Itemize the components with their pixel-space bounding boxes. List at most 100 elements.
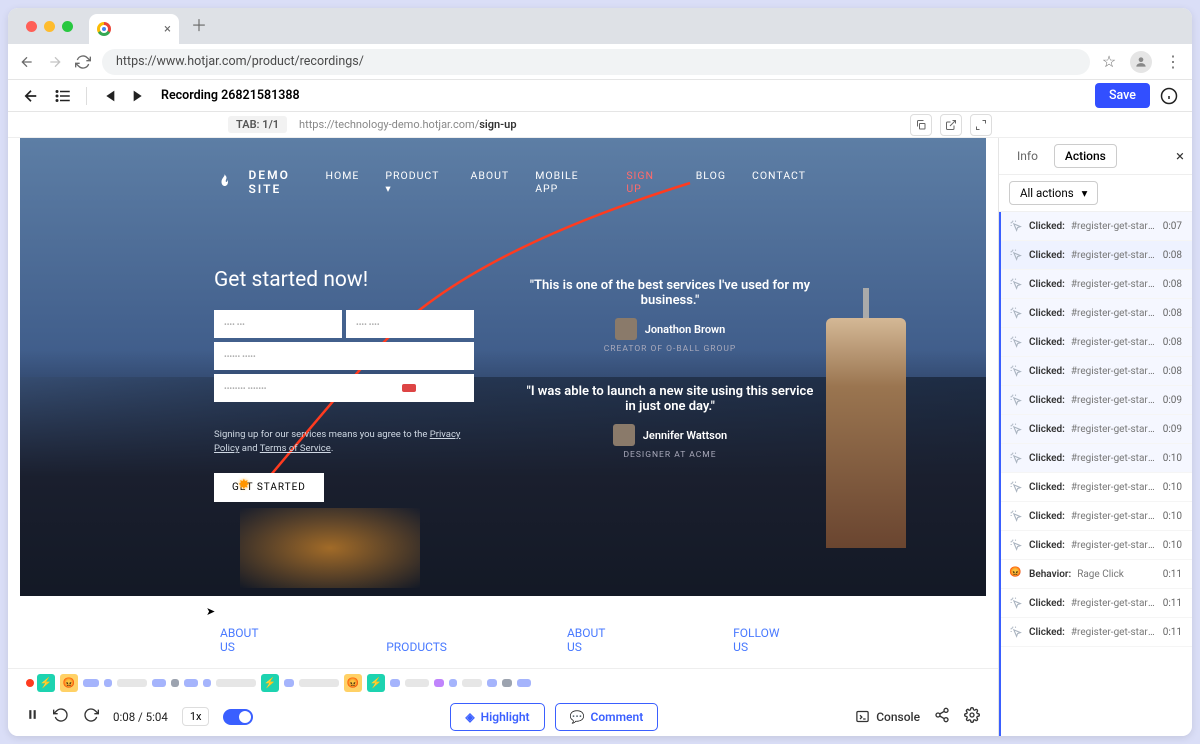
- chrome-icon: [97, 22, 111, 36]
- menu-icon[interactable]: ⋮: [1164, 53, 1182, 71]
- action-type: Clicked:: [1029, 308, 1065, 319]
- action-row[interactable]: Clicked:#register-get-started0:07: [999, 212, 1192, 241]
- close-panel-icon[interactable]: ×: [1176, 147, 1184, 165]
- settings-icon[interactable]: [964, 707, 980, 726]
- action-row[interactable]: Clicked:#register-get-started0:10: [999, 531, 1192, 560]
- info-icon[interactable]: [1160, 87, 1178, 105]
- action-row[interactable]: Clicked:#register-get-started0:11: [999, 589, 1192, 618]
- skip-back-icon[interactable]: [53, 707, 69, 727]
- action-row[interactable]: Clicked:#register-get-started0:10: [999, 444, 1192, 473]
- action-time: 0:08: [1163, 337, 1182, 348]
- avatar: [615, 318, 637, 340]
- highlight-button[interactable]: ◈Highlight: [450, 703, 544, 731]
- skip-forward-icon[interactable]: [83, 707, 99, 727]
- skip-inactivity-toggle[interactable]: [223, 709, 253, 725]
- back-arrow-icon[interactable]: [22, 87, 40, 105]
- action-row[interactable]: Clicked:#register-get-started0:08: [999, 270, 1192, 299]
- list-icon[interactable]: [54, 87, 72, 105]
- click-icon: [1009, 219, 1023, 233]
- open-external-icon[interactable]: [940, 114, 962, 136]
- profile-icon[interactable]: [1130, 51, 1152, 73]
- click-icon: [1009, 509, 1023, 523]
- back-icon[interactable]: [18, 53, 36, 71]
- action-time: 0:08: [1163, 308, 1182, 319]
- new-tab-button[interactable]: ＋: [179, 8, 219, 44]
- prev-recording-icon[interactable]: [101, 88, 117, 104]
- action-type: Clicked:: [1029, 511, 1065, 522]
- next-recording-icon[interactable]: [131, 88, 147, 104]
- password-input[interactable]: [214, 374, 474, 402]
- playback-timeline[interactable]: ⚡ 😡 ⚡ 😡 ⚡: [8, 669, 998, 697]
- footer-about-2[interactable]: ABOUT US: [567, 626, 613, 654]
- action-row[interactable]: Clicked:#register-get-started0:08: [999, 357, 1192, 386]
- action-row[interactable]: Clicked:#register-get-started0:10: [999, 473, 1192, 502]
- pause-button[interactable]: [26, 708, 39, 725]
- action-row[interactable]: Clicked:#register-get-started0:08: [999, 328, 1192, 357]
- testimonial-quote-2: "I was able to launch a new site using t…: [520, 384, 820, 414]
- browser-tab[interactable]: ×: [89, 14, 179, 44]
- action-row[interactable]: Clicked:#register-get-started0:10: [999, 502, 1192, 531]
- nav-product[interactable]: PRODUCT ▾: [385, 169, 444, 195]
- click-burst-icon: [238, 477, 251, 493]
- action-row[interactable]: 😡Behavior:Rage Click0:11: [999, 560, 1192, 589]
- action-row[interactable]: Clicked:#register-get-started0:09: [999, 386, 1192, 415]
- address-bar[interactable]: https://www.hotjar.com/product/recording…: [102, 49, 1090, 75]
- nav-blog[interactable]: BLOG: [696, 169, 726, 195]
- get-started-button[interactable]: GET STARTED: [214, 473, 324, 502]
- nav-home[interactable]: HOME: [326, 169, 360, 195]
- reload-icon[interactable]: [74, 53, 92, 71]
- save-button[interactable]: Save: [1095, 83, 1150, 108]
- playback-time: 0:08 / 5:04: [113, 710, 168, 724]
- rage-icon: 😡: [1009, 567, 1023, 581]
- footer-about-1[interactable]: ABOUT US: [220, 626, 266, 654]
- close-window[interactable]: [26, 21, 37, 32]
- form-heading: Get started now!: [214, 268, 474, 292]
- action-row[interactable]: Clicked:#register-get-started0:08: [999, 241, 1192, 270]
- click-icon: [1009, 306, 1023, 320]
- nav-mobile[interactable]: MOBILE APP: [535, 169, 600, 195]
- actions-filter[interactable]: All actions ▾: [1009, 181, 1098, 205]
- share-icon[interactable]: [934, 707, 950, 726]
- actions-list[interactable]: Clicked:#register-get-started0:07Clicked…: [999, 212, 1192, 736]
- email-input[interactable]: [214, 342, 474, 370]
- comment-button[interactable]: 💬Comment: [555, 703, 659, 731]
- forward-icon[interactable]: [46, 53, 64, 71]
- bookmark-icon[interactable]: ☆: [1100, 53, 1118, 71]
- action-target: #register-get-started: [1071, 511, 1157, 522]
- action-row[interactable]: Clicked:#register-get-started0:09: [999, 415, 1192, 444]
- chevron-down-icon: ▾: [1082, 186, 1088, 200]
- action-type: Clicked:: [1029, 453, 1065, 464]
- action-type: Clicked:: [1029, 279, 1065, 290]
- first-name-input[interactable]: [214, 310, 342, 338]
- nav-about[interactable]: ABOUT: [470, 169, 509, 195]
- playback-speed[interactable]: 1x: [182, 707, 210, 726]
- tos-link[interactable]: Terms of Service: [260, 443, 331, 454]
- tab-actions[interactable]: Actions: [1054, 144, 1117, 168]
- action-row[interactable]: Clicked:#register-get-started0:08: [999, 299, 1192, 328]
- last-name-input[interactable]: [346, 310, 474, 338]
- action-time: 0:10: [1163, 453, 1182, 464]
- event-badge: ⚡: [367, 674, 385, 692]
- close-tab-icon[interactable]: ×: [164, 22, 171, 37]
- minimize-window[interactable]: [44, 21, 55, 32]
- fullscreen-window[interactable]: [62, 21, 73, 32]
- testimonial-quote-1: "This is one of the best services I've u…: [520, 278, 820, 308]
- tab-counter[interactable]: TAB: 1/1: [228, 116, 287, 133]
- click-icon: [1009, 277, 1023, 291]
- nav-signup[interactable]: SIGN UP: [626, 169, 669, 195]
- console-button[interactable]: Console: [855, 709, 920, 724]
- action-time: 0:08: [1163, 366, 1182, 377]
- action-target: Rage Click: [1077, 569, 1157, 580]
- nav-contact[interactable]: CONTACT: [752, 169, 806, 195]
- action-row[interactable]: Clicked:#register-get-started0:11: [999, 618, 1192, 647]
- click-icon: [1009, 422, 1023, 436]
- testimonial-sub-1: CREATOR OF O-BALL GROUP: [520, 344, 820, 354]
- footer-products[interactable]: PRODUCTS: [386, 640, 447, 654]
- copy-icon[interactable]: [910, 114, 932, 136]
- avatar: [613, 424, 635, 446]
- footer-follow[interactable]: FOLLOW US: [733, 626, 786, 654]
- tab-info[interactable]: Info: [1007, 145, 1048, 167]
- expand-icon[interactable]: [970, 114, 992, 136]
- click-icon: [1009, 596, 1023, 610]
- action-type: Clicked:: [1029, 366, 1065, 377]
